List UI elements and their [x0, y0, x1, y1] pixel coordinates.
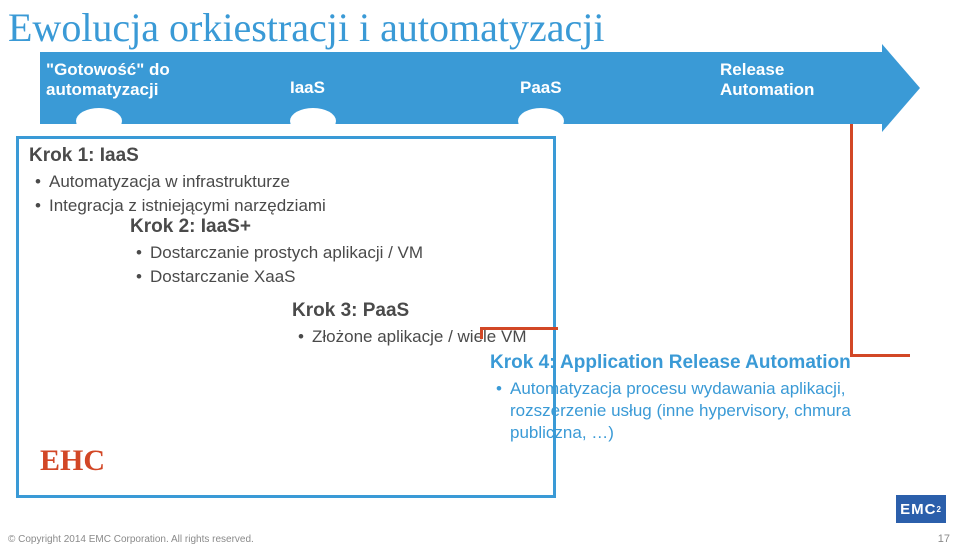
connector-line	[850, 354, 910, 357]
copyright: © Copyright 2014 EMC Corporation. All ri…	[8, 534, 254, 545]
step1-bullet: Automatyzacja w infrastrukturze	[35, 171, 543, 193]
step1-bullets: Automatyzacja w infrastrukturze Integrac…	[29, 171, 543, 217]
step2-title: Krok 2: IaaS+	[130, 216, 570, 238]
step1-box: Krok 1: IaaS Automatyzacja w infrastrukt…	[16, 136, 556, 219]
arrow-label-release-automation: Release Automation	[720, 60, 880, 101]
step2-bullet: Dostarczanie prostych aplikacji / VM	[136, 242, 570, 264]
step3-title: Krok 3: PaaS	[292, 300, 732, 322]
connector-line	[480, 327, 483, 339]
step2-bullet: Dostarczanie XaaS	[136, 266, 570, 288]
readiness-line2: automatyzacji	[46, 80, 158, 99]
connector-line	[850, 124, 853, 354]
process-arrow: Gotowość do automatyzacji IaaS PaaS Rele…	[40, 52, 920, 124]
step2-bullets: Dostarczanie prostych aplikacji / VM Dos…	[130, 242, 570, 288]
arrow-label-readiness: Gotowość do automatyzacji	[46, 60, 206, 101]
step4-bullet: Automatyzacja procesu wydawania aplikacj…	[496, 378, 920, 444]
arrow-head-icon	[882, 44, 920, 132]
step4-box: Krok 4: Application Release Automation A…	[490, 352, 920, 446]
dot-icon	[518, 108, 564, 134]
page-number: 17	[938, 533, 950, 545]
emc-logo: EMC2	[896, 495, 946, 523]
readiness-quoted: Gotowość	[46, 60, 144, 79]
connector-line	[480, 327, 558, 330]
step1-title: Krok 1: IaaS	[29, 145, 543, 167]
ehc-label: EHC	[40, 444, 105, 478]
step3-box: Krok 3: PaaS Złożone aplikacje / wiele V…	[292, 300, 732, 350]
arrow-label-iaas: IaaS	[290, 78, 325, 98]
slide: Ewolucja orkiestracji i automatyzacji Go…	[0, 0, 960, 549]
dot-icon	[76, 108, 122, 134]
step1-bullet: Integracja z istniejącymi narzędziami	[35, 195, 543, 217]
step2-box: Krok 2: IaaS+ Dostarczanie prostych apli…	[130, 216, 570, 290]
dot-icon	[290, 108, 336, 134]
arrow-label-paas: PaaS	[520, 78, 562, 98]
readiness-suffix: do	[149, 60, 170, 79]
page-title: Ewolucja orkiestracji i automatyzacji	[8, 4, 604, 51]
step4-bullets: Automatyzacja procesu wydawania aplikacj…	[490, 378, 920, 444]
